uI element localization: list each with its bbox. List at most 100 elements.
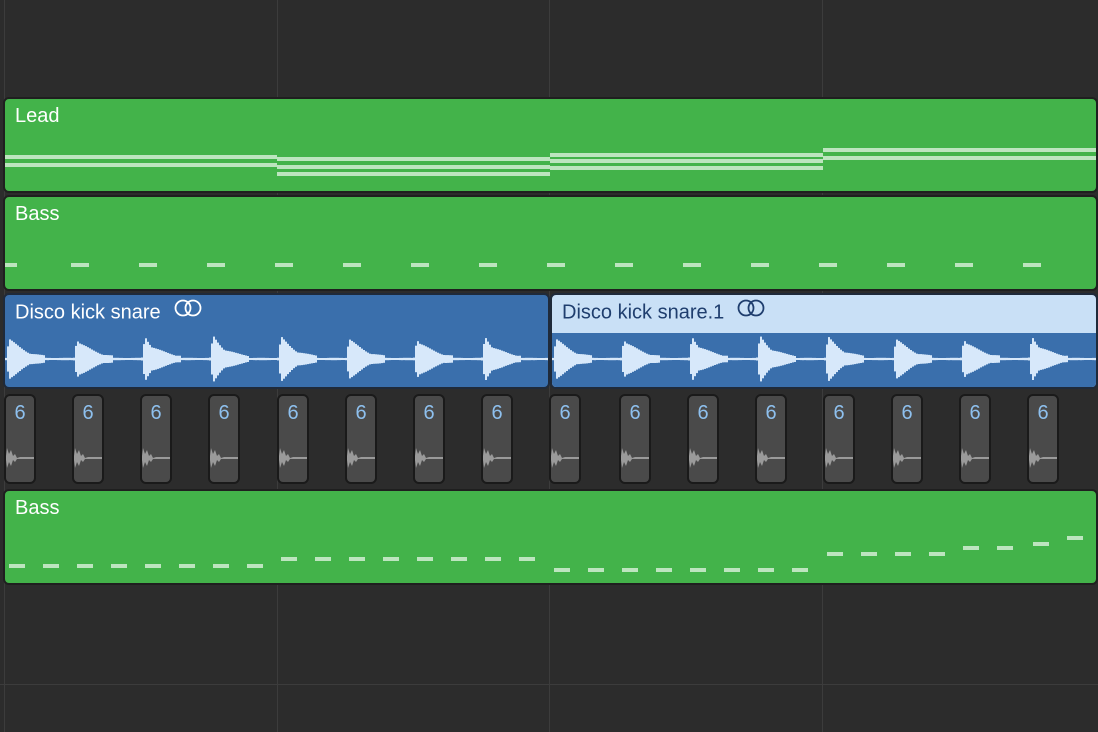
midi-note [213, 564, 229, 568]
drummer-segment[interactable]: 6 [413, 394, 445, 484]
midi-note [827, 552, 843, 556]
midi-note [887, 263, 905, 267]
drummer-segment[interactable]: 6 [823, 394, 855, 484]
midi-note [955, 263, 973, 267]
midi-note [550, 166, 823, 170]
midi-note [207, 263, 225, 267]
midi-note [383, 557, 399, 561]
mini-waveform-icon [279, 448, 307, 468]
midi-note [1067, 536, 1083, 540]
drummer-segment[interactable]: 6 [345, 394, 377, 484]
midi-note [1023, 263, 1041, 267]
midi-note [417, 557, 433, 561]
mini-waveform-icon [142, 448, 170, 468]
midi-note [1033, 542, 1049, 546]
midi-note [792, 568, 808, 572]
mini-waveform-icon [1029, 448, 1057, 468]
midi-note [343, 263, 361, 267]
midi-note [179, 564, 195, 568]
midi-note [9, 564, 25, 568]
mini-waveform-icon [347, 448, 375, 468]
region-name: Bass [15, 203, 60, 225]
mini-waveform-icon [621, 448, 649, 468]
midi-note [111, 564, 127, 568]
midi-note [275, 263, 293, 267]
midi-note [479, 263, 497, 267]
midi-note [724, 568, 740, 572]
midi-note [5, 263, 17, 267]
segment-number: 6 [1037, 402, 1049, 424]
midi-note [247, 564, 263, 568]
midi-note [550, 153, 823, 157]
drummer-segment[interactable]: 6 [140, 394, 172, 484]
midi-note [451, 557, 467, 561]
midi-note [758, 568, 774, 572]
loop-icon [736, 299, 766, 323]
midi-note [145, 564, 161, 568]
midi-note [929, 552, 945, 556]
mini-waveform-icon [757, 448, 785, 468]
drummer-segment[interactable]: 6 [72, 394, 104, 484]
bass-region[interactable]: Bass [3, 195, 1098, 291]
midi-note [823, 148, 1096, 152]
mini-waveform-icon [483, 448, 511, 468]
midi-note [519, 557, 535, 561]
segment-number: 6 [629, 402, 641, 424]
midi-note [861, 552, 877, 556]
segment-number: 6 [969, 402, 981, 424]
drummer-segment[interactable]: 6 [619, 394, 651, 484]
drummer-segment[interactable]: 6 [1027, 394, 1059, 484]
midi-note [550, 159, 823, 163]
midi-note [277, 157, 550, 161]
drummer-segment[interactable]: 6 [481, 394, 513, 484]
bass-region[interactable]: Bass [3, 489, 1098, 585]
mini-waveform-icon [551, 448, 579, 468]
drummer-segment[interactable]: 6 [208, 394, 240, 484]
midi-note [588, 568, 604, 572]
drummer-segment[interactable]: 6 [891, 394, 923, 484]
lead-region[interactable]: Lead [3, 97, 1098, 193]
midi-note [277, 172, 550, 176]
loop-icon [173, 299, 203, 323]
mini-waveform-icon [825, 448, 853, 468]
mini-waveform-icon [74, 448, 102, 468]
waveform-centerline [5, 358, 548, 360]
drummer-segment[interactable]: 6 [687, 394, 719, 484]
drummer-segment[interactable]: 6 [959, 394, 991, 484]
segment-number: 6 [833, 402, 845, 424]
track-divider [0, 684, 1098, 685]
midi-note [683, 263, 701, 267]
segment-number: 6 [287, 402, 299, 424]
region-name-text: Disco kick snare.1 [562, 301, 725, 324]
mini-waveform-icon [6, 448, 34, 468]
waveform-centerline [552, 358, 1096, 360]
midi-note [485, 557, 501, 561]
midi-note [5, 155, 277, 159]
drummer-segment[interactable]: 6 [549, 394, 581, 484]
segment-number: 6 [14, 402, 26, 424]
midi-note [554, 568, 570, 572]
midi-note [963, 546, 979, 550]
segment-number: 6 [150, 402, 162, 424]
midi-note [71, 263, 89, 267]
drummer-segment[interactable]: 6 [277, 394, 309, 484]
segment-number: 6 [559, 402, 571, 424]
audio-region-disco-kick-snare-1[interactable]: Disco kick snare.1 [550, 293, 1098, 389]
drummer-segment[interactable]: 6 [755, 394, 787, 484]
midi-note [77, 564, 93, 568]
mini-waveform-icon [415, 448, 443, 468]
segment-number: 6 [218, 402, 230, 424]
mini-waveform-icon [961, 448, 989, 468]
audio-waveform [5, 336, 548, 382]
segment-number: 6 [423, 402, 435, 424]
midi-note [5, 163, 277, 167]
midi-note [819, 263, 837, 267]
segment-number: 6 [82, 402, 94, 424]
midi-note [622, 568, 638, 572]
audio-region-disco-kick-snare[interactable]: Disco kick snare [3, 293, 550, 389]
segment-number: 6 [765, 402, 777, 424]
drummer-segment[interactable]: 6 [4, 394, 36, 484]
segment-number: 6 [491, 402, 503, 424]
region-name: Bass [15, 497, 60, 519]
segment-number: 6 [355, 402, 367, 424]
